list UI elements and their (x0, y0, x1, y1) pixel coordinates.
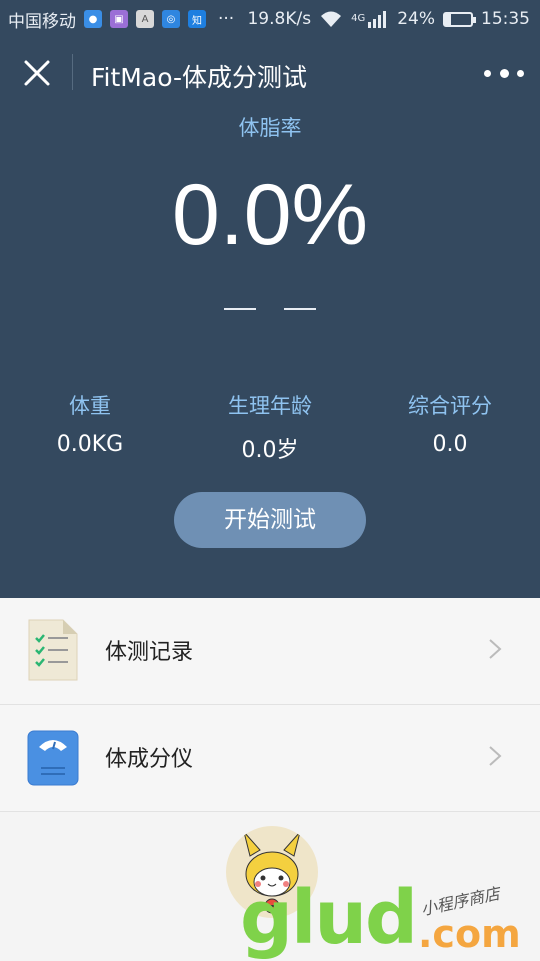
gallery-app-icon: ▣ (110, 10, 128, 28)
level-dash-left (224, 308, 256, 310)
more-options-button[interactable] (484, 60, 524, 86)
watermark-domain: .com (418, 912, 521, 956)
chevron-right-icon (489, 746, 502, 766)
wifi-icon (321, 11, 342, 27)
signal-icon (368, 11, 387, 28)
carrier-name: 中国移动 (8, 11, 76, 32)
chevron-right-icon (489, 639, 502, 659)
more-notifications-icon: ··· (218, 9, 235, 29)
clock: 15:35 (481, 9, 530, 29)
body-fat-label: 体脂率 (238, 116, 302, 140)
body-fat-panel: 体脂率 0.0% 体重 0.0KG 生理年龄 0.0岁 综合评分 0.0 开始测… (0, 108, 540, 598)
menu-item-records[interactable]: 体测记录 (0, 598, 540, 705)
stat-weight: 体重 0.0KG (0, 390, 180, 464)
network-type: 4G (351, 13, 366, 24)
notification-icons: ● ▣ A ◎ 知 (84, 10, 206, 28)
stat-body-age: 生理年龄 0.0岁 (180, 390, 360, 464)
stats-row: 体重 0.0KG 生理年龄 0.0岁 综合评分 0.0 (0, 390, 540, 464)
stat-value: 0.0 (432, 432, 468, 457)
menu-item-scale[interactable]: 体成分仪 (0, 705, 540, 812)
page-title: FitMao-体成分测试 (91, 63, 307, 92)
close-icon (24, 60, 50, 86)
stat-overall-score: 综合评分 0.0 (360, 390, 540, 464)
stat-label: 体重 (69, 394, 111, 418)
chat-app-icon: ● (84, 10, 102, 28)
stat-label: 综合评分 (408, 394, 492, 418)
status-bar: 中国移动 ● ▣ A ◎ 知 ··· 19.8K/s 4G 24% 15:35 (0, 0, 540, 38)
checklist-document-icon (28, 619, 78, 681)
title-divider (72, 54, 73, 90)
battery-icon (443, 11, 476, 27)
stat-label: 生理年龄 (228, 394, 312, 418)
title-bar: FitMao-体成分测试 (0, 38, 540, 108)
start-test-button[interactable]: 开始测试 (174, 492, 366, 548)
more-dot-icon (499, 68, 509, 78)
level-dash-right (284, 308, 316, 310)
body-scale-icon (27, 730, 79, 786)
sync-app-icon: ◎ (162, 10, 180, 28)
stat-value: 0.0KG (56, 432, 124, 457)
menu-item-label: 体成分仪 (105, 747, 194, 772)
body-fat-value: 0.0% (171, 167, 369, 263)
battery-fill (445, 13, 452, 25)
network-speed: 19.8K/s (247, 9, 312, 29)
close-button[interactable] (22, 58, 52, 88)
stat-value: 0.0岁 (241, 438, 299, 463)
more-dot-icon (517, 69, 524, 77)
watermark-logo-text: glud (240, 875, 418, 961)
menu-item-label: 体测记录 (105, 640, 194, 665)
menu-list: 体测记录 体成分仪 (0, 598, 540, 812)
more-dot-icon (484, 69, 491, 77)
text-app-icon: A (136, 10, 154, 28)
battery-percent: 24% (397, 9, 435, 29)
zhihu-app-icon: 知 (188, 10, 206, 28)
